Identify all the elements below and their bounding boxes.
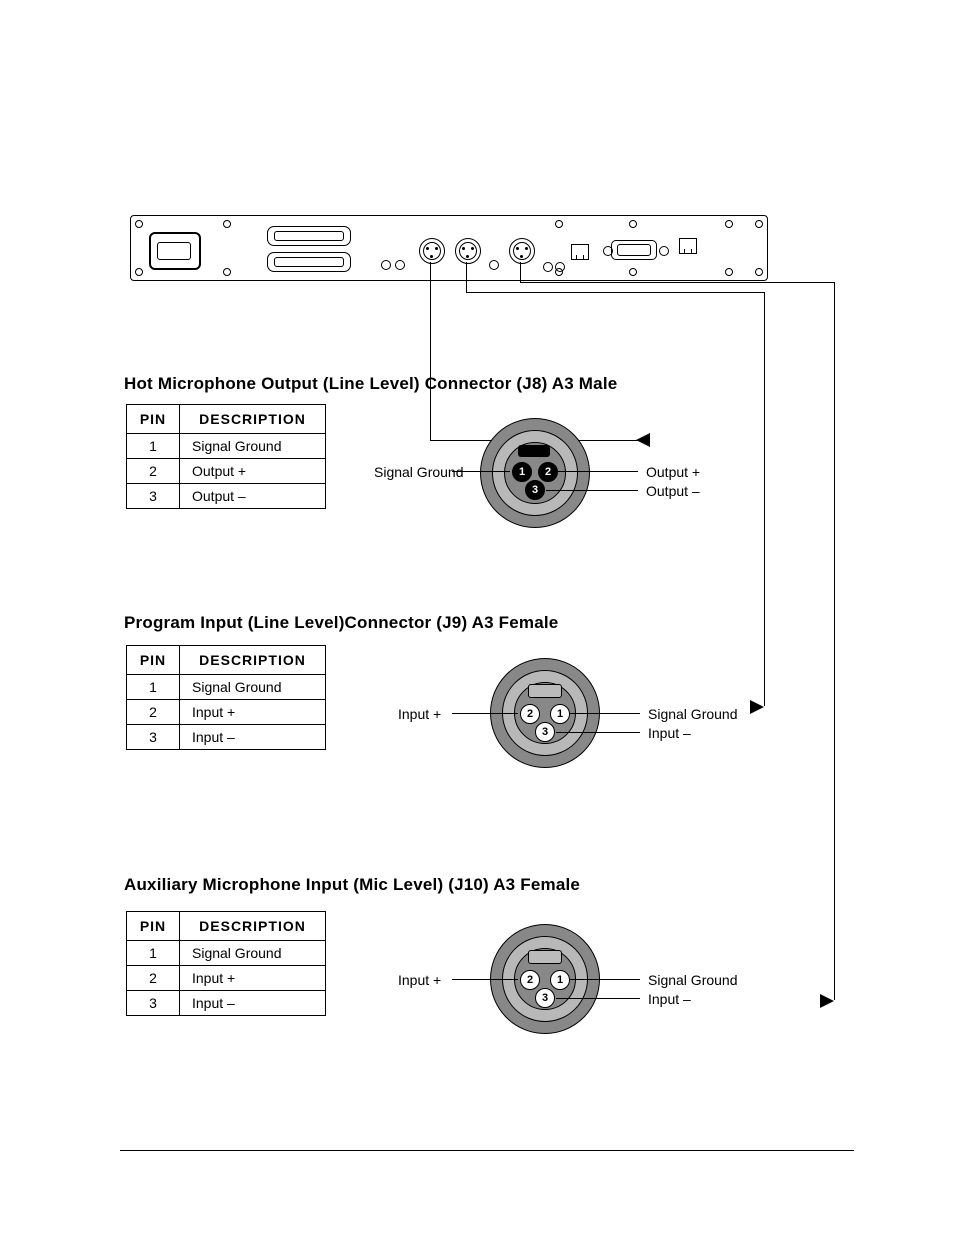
diagram-label: Signal Ground xyxy=(648,972,738,988)
table-row: 2Input + xyxy=(127,700,326,725)
pin-label: 3 xyxy=(535,722,555,742)
xlr-j8-icon xyxy=(419,238,445,264)
xlr-diagram-male: 1 2 3 Signal Ground Output + Output – xyxy=(380,418,700,538)
col-header: DESCRIPTION xyxy=(180,912,326,941)
xlr-j10-icon xyxy=(509,238,535,264)
section-title: Auxiliary Microphone Input (Mic Level) (… xyxy=(124,875,580,895)
db9-port-icon xyxy=(611,240,657,260)
table-row: 3Input – xyxy=(127,725,326,750)
pin-label: 1 xyxy=(550,970,570,990)
rj-port-icon xyxy=(571,244,589,260)
dsub-slot-icon xyxy=(267,252,351,272)
pin-label: 3 xyxy=(535,988,555,1008)
col-header: DESCRIPTION xyxy=(180,646,326,675)
diagram-label: Input + xyxy=(398,706,441,722)
pin-label: 2 xyxy=(538,462,558,482)
xlr-diagram-female: 2 1 3 Input + Signal Ground Input – xyxy=(390,924,710,1044)
pin-table: PINDESCRIPTION 1Signal Ground 2Input + 3… xyxy=(126,911,326,1016)
diagram-label: Signal Ground xyxy=(374,464,464,480)
pin-label: 2 xyxy=(520,970,540,990)
pin-label: 1 xyxy=(512,462,532,482)
section-title: Program Input (Line Level)Connector (J9)… xyxy=(124,613,558,633)
diagram-label: Output + xyxy=(646,464,700,480)
table-row: 2Output + xyxy=(127,459,326,484)
col-header: PIN xyxy=(127,646,180,675)
table-row: 1Signal Ground xyxy=(127,941,326,966)
diagram-label: Input – xyxy=(648,991,691,1007)
dsub-slot-icon xyxy=(267,226,351,246)
power-inlet-icon xyxy=(149,232,201,270)
diagram-label: Input – xyxy=(648,725,691,741)
table-row: 3Input – xyxy=(127,991,326,1016)
rear-panel xyxy=(130,215,768,281)
table-row: 1Signal Ground xyxy=(127,434,326,459)
pin-label: 3 xyxy=(525,480,545,500)
rj-port-icon xyxy=(679,238,697,254)
pin-table: PINDESCRIPTION 1Signal Ground 2Input + 3… xyxy=(126,645,326,750)
pin-label: 2 xyxy=(520,704,540,724)
page: Hot Microphone Output (Line Level) Conne… xyxy=(0,0,954,1235)
pin-label: 1 xyxy=(550,704,570,724)
table-row: 1Signal Ground xyxy=(127,675,326,700)
diagram-label: Signal Ground xyxy=(648,706,738,722)
col-header: PIN xyxy=(127,912,180,941)
footer-rule xyxy=(120,1150,854,1151)
table-row: 2Input + xyxy=(127,966,326,991)
diagram-label: Input + xyxy=(398,972,441,988)
diagram-label: Output – xyxy=(646,483,700,499)
pin-table: PINDESCRIPTION 1Signal Ground 2Output + … xyxy=(126,404,326,509)
xlr-j9-icon xyxy=(455,238,481,264)
table-row: 3Output – xyxy=(127,484,326,509)
col-header: DESCRIPTION xyxy=(180,405,326,434)
section-title: Hot Microphone Output (Line Level) Conne… xyxy=(124,374,617,394)
col-header: PIN xyxy=(127,405,180,434)
xlr-diagram-female: 2 1 3 Input + Signal Ground Input – xyxy=(390,658,710,778)
